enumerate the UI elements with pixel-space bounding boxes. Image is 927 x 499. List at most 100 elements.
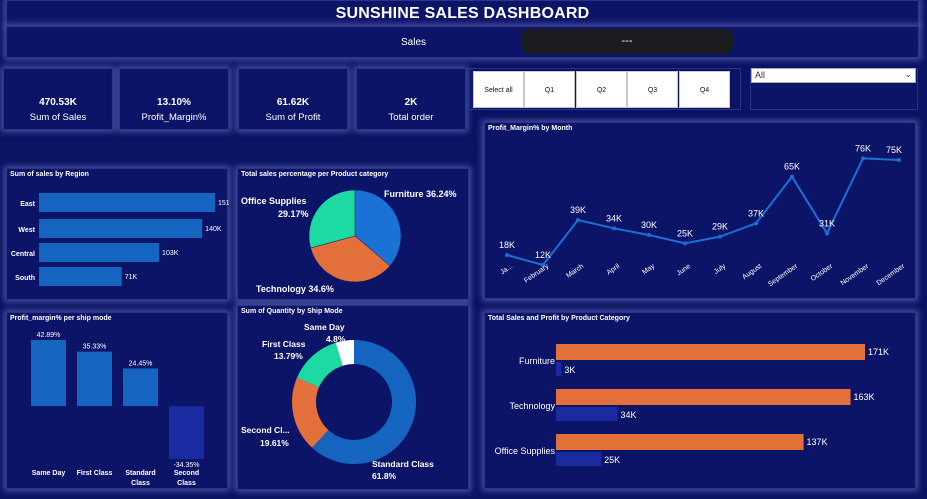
kpi-value: 61.62K xyxy=(276,97,310,108)
month-tick-label: Ja... xyxy=(499,263,514,276)
line-data-label: 75K xyxy=(886,145,902,155)
donut-slice xyxy=(296,342,343,388)
sales-button[interactable]: --- xyxy=(521,29,733,54)
line-data-label: 37K xyxy=(748,208,764,218)
ship-margin-bar-chart: 42.89% Same Day 35.33% First Class 24.45% Sta… xyxy=(31,332,204,487)
line-point xyxy=(576,218,580,222)
region-value-label: 103K xyxy=(162,250,179,257)
ship-margin-bar xyxy=(169,406,204,459)
donut-label-first-name: First Class xyxy=(262,339,306,349)
dropdown-value: All xyxy=(755,70,766,80)
slicer-q3[interactable]: Q3 xyxy=(627,71,678,108)
sp-category-label: Technology xyxy=(509,401,555,411)
ship-margin-bar xyxy=(123,368,158,407)
month-line-card: Profit_Margin% by Month 18K Ja... 12K Febru… xyxy=(484,122,916,299)
sales-profit-bar-chart: Furniture 171K 3K Technology 163K 34K Office S… xyxy=(495,344,889,466)
kpi-value: 2K xyxy=(404,97,418,108)
line-point xyxy=(683,241,687,246)
month-tick-label: December xyxy=(876,263,907,288)
sp-profit-bar xyxy=(556,362,562,376)
region-category-label: West xyxy=(18,227,35,234)
sp-profit-label: 25K xyxy=(604,455,620,465)
ship-margin-value-label: 42.89% xyxy=(37,332,61,339)
line-data-label: 25K xyxy=(677,228,693,238)
kpi-label: Total order xyxy=(388,112,434,123)
month-tick-label: May xyxy=(641,263,656,277)
sp-sales-bar xyxy=(556,434,804,450)
line-point xyxy=(718,234,722,239)
donut-label-second-pct: 19.61% xyxy=(260,438,289,448)
line-data-label: 34K xyxy=(606,213,622,223)
region-value-label: 71K xyxy=(125,274,138,281)
ship-mode-tick-label: Second xyxy=(174,470,199,477)
line-point xyxy=(861,156,865,161)
line-point xyxy=(647,233,651,237)
line-data-label: 12K xyxy=(535,250,551,260)
month-tick-label: August xyxy=(741,263,763,281)
ship-margin-value-label: 24.45% xyxy=(129,360,153,367)
kpi-card-sales: 470.53K Sum of Sales xyxy=(3,68,113,130)
line-point xyxy=(505,253,509,257)
donut-label-same-day-name: Same Day xyxy=(304,322,345,332)
slicer-q1[interactable]: Q1 xyxy=(524,71,575,108)
line-data-label: 29K xyxy=(712,222,728,232)
month-tick-label: March xyxy=(565,263,585,280)
category-pie-chart: Furniture 36.24% Office Supplies 29.17% … xyxy=(241,189,457,294)
region-bar xyxy=(39,219,203,238)
page-title: SUNSHINE SALES DASHBOARD xyxy=(335,5,590,22)
ship-mode-tick-label: Class xyxy=(177,480,196,487)
ship-qty-donut-chart: Same Day 4.8% First Class 13.79% Second … xyxy=(241,322,434,481)
category-pie-card: Total sales percentage per Product categ… xyxy=(237,168,469,300)
region-value-label: 151K xyxy=(218,200,229,207)
sp-profit-bar xyxy=(556,452,602,466)
line-point xyxy=(790,174,794,179)
profit-margin-line xyxy=(506,157,900,267)
sp-profit-label: 3K xyxy=(564,365,575,375)
region-bar xyxy=(39,243,160,262)
slicer-q4[interactable]: Q4 xyxy=(679,71,730,108)
line-point xyxy=(897,158,901,162)
region-bar xyxy=(39,267,122,286)
region-category-label: East xyxy=(20,201,35,208)
ship-qty-card: Sum of Quantity by Ship Mode Same Day 4.… xyxy=(237,305,469,490)
sp-sales-bar xyxy=(556,344,865,360)
ship-margin-value-label: 35.33% xyxy=(83,344,107,351)
ship-margin-bar xyxy=(77,351,112,407)
kpi-card-profit: 61.62K Sum of Profit xyxy=(238,68,348,130)
region-category-label: South xyxy=(15,275,35,282)
region-bar xyxy=(39,193,215,212)
sp-sales-label: 171K xyxy=(868,347,889,357)
slicer-q2[interactable]: Q2 xyxy=(576,71,627,108)
ship-mode-tick-label: Same Day xyxy=(32,470,66,477)
slicer-select-all[interactable]: Select all xyxy=(473,71,524,108)
ship-margin-value-label: -34.35% xyxy=(173,462,199,469)
sp-category-label: Office Supplies xyxy=(495,446,556,456)
ship-margin-bar xyxy=(31,340,66,407)
donut-label-second-name: Second Cl... xyxy=(241,425,290,435)
month-tick-label: July xyxy=(713,263,728,276)
chevron-down-icon[interactable]: ⌄ xyxy=(904,68,912,81)
pie-label-furniture: Furniture 36.24% xyxy=(384,189,457,199)
donut-label-first-pct: 13.79% xyxy=(274,351,303,361)
month-tick-label: October xyxy=(810,263,835,283)
ship-mode-tick-label: Standard xyxy=(125,470,155,477)
ship-mode-tick-label: First Class xyxy=(77,470,113,477)
line-point xyxy=(754,221,758,226)
kpi-value: 13.10% xyxy=(157,97,191,108)
month-line-chart: 18K Ja... 12K February 39K March 34K April 30K Ma… xyxy=(499,143,907,289)
sales-profit-card: Total Sales and Profit by Product Catego… xyxy=(484,312,916,489)
sp-sales-label: 137K xyxy=(807,437,828,447)
sales-label: Sales xyxy=(401,37,427,48)
sp-sales-label: 163K xyxy=(854,392,875,402)
kpi-label: Profit_Margin% xyxy=(141,112,207,123)
filter-dropdown[interactable]: All ⌄ xyxy=(751,68,916,83)
month-tick-label: September xyxy=(767,263,800,289)
line-data-label: 76K xyxy=(855,143,871,153)
kpi-card-margin: 13.10% Profit_Margin% xyxy=(119,68,229,130)
ship-margin-card: Profit_margin% per ship mode 42.89% Same … xyxy=(6,312,228,489)
sp-profit-bar xyxy=(556,407,618,421)
kpi-label: Sum of Profit xyxy=(265,112,321,123)
month-tick-label: April xyxy=(606,263,622,277)
month-tick-label: November xyxy=(840,263,871,288)
ship-mode-tick-label: Class xyxy=(131,480,150,487)
